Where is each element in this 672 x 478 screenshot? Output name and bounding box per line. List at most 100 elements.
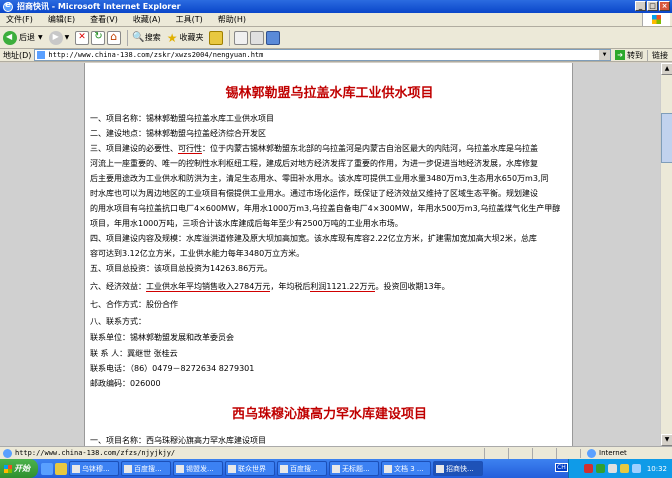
back-arrow-icon	[3, 30, 17, 45]
window-titlebar[interactable]: 招商快讯 - Microsoft Internet Explorer _ □ ×	[0, 0, 672, 13]
text-line: 时水库也可以为周边地区的工业项目有偿提供工业用水。通过市场化运作，既保证了经济效…	[90, 189, 538, 198]
text-span: 。投资回收期13年。	[375, 282, 450, 291]
taskbar-item[interactable]: 乌钵穆...	[69, 461, 119, 476]
taskbar-item[interactable]: 百度搜...	[121, 461, 171, 476]
forward-arrow-icon	[48, 30, 63, 45]
address-label: 地址(D)	[3, 50, 32, 60]
globe-icon	[587, 448, 596, 458]
edit-icon[interactable]	[266, 30, 281, 45]
tray-app-icon[interactable]	[595, 464, 605, 473]
vertical-scrollbar[interactable]: ▲ ▼	[660, 63, 672, 446]
article-title-1: 锡林郭勒盟乌拉盖水库工业供水项目	[85, 82, 572, 101]
taskbar-item[interactable]: 联众世界	[225, 461, 275, 476]
favorites-button[interactable]: ★ 收藏夹	[167, 31, 204, 45]
search-button[interactable]: 搜索	[132, 32, 161, 43]
window-title: 招商快讯 - Microsoft Internet Explorer	[17, 2, 181, 11]
scroll-down-icon[interactable]: ▼	[661, 434, 672, 446]
quick-launch	[41, 462, 69, 475]
window-icon	[124, 464, 132, 473]
zone-label: Internet	[599, 449, 627, 457]
menu-view[interactable]: 查看(V)	[90, 14, 118, 25]
window-icon	[384, 464, 392, 473]
tray-app-icon[interactable]	[607, 464, 617, 473]
dropdown-arrow-icon[interactable]: ▼	[65, 34, 70, 41]
maximize-button[interactable]: □	[647, 1, 658, 11]
taskbar-item-label: 无标题...	[342, 464, 370, 473]
taskbar-item-label: 锡盟发...	[186, 464, 214, 473]
favorites-label: 收藏夹	[179, 33, 204, 42]
taskbar-item-label: 百度搜...	[134, 464, 162, 473]
underlined-text: 利润1121.22万元	[310, 282, 376, 292]
security-zone: Internet	[580, 448, 672, 458]
underlined-text: 工业供水年平均销售收入2784万元	[146, 282, 271, 292]
window-icon	[176, 464, 184, 473]
links-button[interactable]: 链接	[647, 49, 672, 61]
ie-quicklaunch-icon[interactable]	[41, 462, 53, 475]
text-line: 河流上一座重要的、唯一的控制性水利枢纽工程，建成后对地方经济发挥了重要的作用，为…	[90, 159, 538, 168]
text-line: 一、项目名称：锡林郭勒盟乌拉盖水库工业供水项目	[90, 114, 274, 123]
back-label: 后退	[19, 33, 35, 42]
go-arrow-icon: ➜	[615, 50, 625, 60]
text-line: 六、经济效益：工业供水年平均销售收入2784万元，年均税后利润1121.22万元…	[90, 282, 450, 292]
text-line: 容可达到3.12亿立方米，工业供水能力每年3480万立方米。	[90, 249, 305, 258]
minimize-button[interactable]: _	[635, 1, 646, 11]
chevron-down-icon[interactable]: ▼	[599, 50, 610, 60]
window-icon	[228, 464, 236, 473]
text-line: 联 系 人：冀继世 张桂云	[90, 349, 178, 358]
dropdown-arrow-icon[interactable]: ▼	[38, 34, 43, 41]
taskbar-item[interactable]: 锡盟发...	[173, 461, 223, 476]
scroll-thumb[interactable]	[661, 113, 672, 163]
favorites-star-icon: ★	[166, 30, 178, 45]
scroll-up-icon[interactable]: ▲	[661, 63, 672, 75]
go-button[interactable]: ➜ 转到	[611, 50, 647, 61]
stop-icon[interactable]	[75, 30, 90, 45]
print-icon[interactable]	[250, 30, 265, 45]
standard-toolbar: 后退 ▼ ▼ 搜索 ★ 收藏夹	[0, 27, 672, 49]
toolbar-separator	[127, 29, 129, 46]
underlined-text: 可行性	[178, 144, 202, 154]
status-bar: http://www.china-138.com/zfzs/njyjkjy/ I…	[0, 446, 672, 459]
refresh-icon[interactable]	[91, 30, 106, 45]
taskbar-item-label: 招商快...	[446, 464, 474, 473]
window-icon	[436, 464, 444, 473]
text-line: 项目，年用水1000万吨，三项合计该水库建成后每年至少有2500万吨的工业用水市…	[90, 219, 403, 228]
menu-tools[interactable]: 工具(T)	[176, 14, 203, 25]
menu-favorites[interactable]: 收藏(A)	[133, 14, 161, 25]
heading-2: 西乌珠穆沁旗高力罕水库建设项目	[231, 407, 427, 422]
window-icon	[72, 464, 80, 473]
address-input[interactable]: http://www.china-138.com/zskr/xwzs2004/n…	[34, 49, 611, 61]
network-icon[interactable]	[631, 464, 641, 473]
mail-icon[interactable]	[234, 30, 249, 45]
start-button[interactable]: 开始	[0, 459, 38, 478]
page-viewport[interactable]: 锡林郭勒盟乌拉盖水库工业供水项目 一、项目名称：锡林郭勒盟乌拉盖水库工业供水项目…	[0, 63, 660, 446]
window-icon	[280, 464, 288, 473]
media-icon[interactable]	[209, 30, 224, 45]
forward-button[interactable]: ▼	[48, 30, 70, 45]
text-line: 一、项目名称：西乌珠穆沁旗高力罕水库建设项目	[90, 436, 266, 445]
text-line: 八、联系方式：	[90, 317, 146, 326]
taskbar-item-active[interactable]: 招商快...	[433, 461, 483, 476]
text-line: 三、项目建设的必要性、可行性：位于内蒙古锡林郭勒盟东北部的乌拉盖河是内蒙古自治区…	[90, 144, 538, 154]
status-cell	[532, 447, 556, 459]
status-cell	[556, 447, 580, 459]
address-bar: 地址(D) http://www.china-138.com/zskr/xwzs…	[0, 49, 672, 62]
menu-edit[interactable]: 编辑(E)	[48, 14, 75, 25]
windows-logo-icon	[642, 13, 670, 26]
page-icon	[37, 51, 46, 59]
menu-file[interactable]: 文件(F)	[6, 14, 33, 25]
clock[interactable]: 10:32	[647, 465, 667, 473]
back-button[interactable]: 后退 ▼	[3, 30, 43, 45]
taskbar-item[interactable]: 文档 3 ...	[381, 461, 431, 476]
close-button[interactable]: ×	[659, 1, 670, 11]
menu-help[interactable]: 帮助(H)	[218, 14, 246, 25]
taskbar-item[interactable]: 百度搜...	[277, 461, 327, 476]
taskbar-item[interactable]: 无标题...	[329, 461, 379, 476]
volume-icon[interactable]	[619, 464, 629, 473]
windows-flag-icon	[4, 464, 12, 473]
text-line: 邮政编码：026000	[90, 379, 161, 388]
ie-logo-icon	[3, 0, 13, 12]
folder-quicklaunch-icon[interactable]	[55, 462, 67, 475]
language-indicator[interactable]: CH	[555, 463, 568, 472]
tray-app-icon[interactable]	[583, 464, 593, 473]
home-icon[interactable]	[107, 30, 122, 45]
